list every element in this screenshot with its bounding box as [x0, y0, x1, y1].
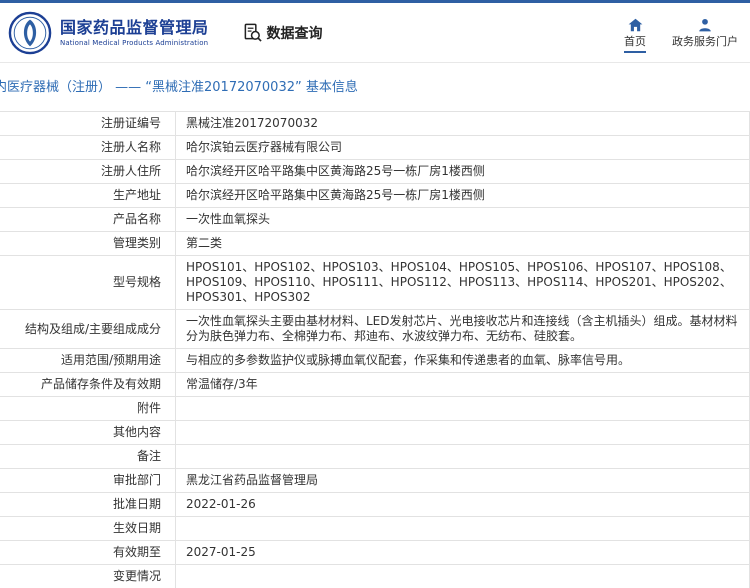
brand-home-link[interactable]: 国家药品监督管理局 National Medical Products Admi…	[8, 11, 209, 55]
table-row: 生产地址 哈尔滨经开区哈平路集中区黄海路25号一栋厂房1楼西侧	[0, 183, 750, 208]
table-row: 型号规格 HPOS101、HPOS102、HPOS103、HPOS104、HPOS…	[0, 255, 750, 310]
field-value: 哈尔滨铂云医疗器械有限公司	[175, 135, 750, 160]
field-label: 注册人名称	[0, 135, 176, 160]
table-row: 有效期至 2027-01-25	[0, 540, 750, 565]
agency-name-cn: 国家药品监督管理局	[60, 18, 209, 37]
data-query-title: 数据查询	[243, 23, 323, 43]
table-row: 备注	[0, 444, 750, 469]
table-row: 适用范围/预期用途 与相应的多参数监护仪或脉搏血氧仪配套，作采集和传递患者的血氧、…	[0, 348, 750, 373]
nav-home[interactable]: 首页	[624, 18, 646, 53]
header-nav: 首页 政务服务门户	[624, 12, 738, 53]
table-row: 注册人名称 哈尔滨铂云医疗器械有限公司	[0, 135, 750, 160]
breadcrumb: 内医疗器械（注册） —— “黑械注准20172070032” 基本信息	[0, 80, 358, 95]
field-label: 其他内容	[0, 420, 176, 445]
field-label: 产品储存条件及有效期	[0, 372, 176, 397]
table-row: 批准日期 2022-01-26	[0, 492, 750, 517]
field-value	[175, 516, 750, 541]
table-row: 审批部门 黑龙江省药品监督管理局	[0, 468, 750, 493]
field-label: 产品名称	[0, 207, 176, 232]
field-value: 一次性血氧探头主要由基材材料、LED发射芯片、光电接收芯片和连接线（含主机插头）…	[175, 309, 750, 349]
page: 国家药品监督管理局 National Medical Products Admi…	[0, 0, 750, 588]
agency-name-en: National Medical Products Administration	[60, 39, 209, 47]
field-label: 生效日期	[0, 516, 176, 541]
field-label: 注册人住所	[0, 159, 176, 184]
field-label: 附件	[0, 396, 176, 421]
field-label: 管理类别	[0, 231, 176, 256]
table-row: 管理类别 第二类	[0, 231, 750, 256]
field-value: 第二类	[175, 231, 750, 256]
data-query-label: 数据查询	[266, 25, 323, 42]
field-label: 批准日期	[0, 492, 176, 517]
table-row: 结构及组成/主要组成成分 一次性血氧探头主要由基材材料、LED发射芯片、光电接收芯…	[0, 309, 750, 349]
field-value: 2027-01-25	[175, 540, 750, 565]
table-row: 产品储存条件及有效期 常温储存/3年	[0, 372, 750, 397]
nav-home-label: 首页	[624, 35, 646, 48]
field-value	[175, 444, 750, 469]
field-value	[175, 396, 750, 421]
field-label: 生产地址	[0, 183, 176, 208]
field-value: 常温储存/3年	[175, 372, 750, 397]
table-row: 生效日期	[0, 516, 750, 541]
site-header: 国家药品监督管理局 National Medical Products Admi…	[0, 3, 750, 63]
field-value	[175, 564, 750, 588]
table-row: 变更情况	[0, 564, 750, 588]
field-label: 型号规格	[0, 255, 176, 310]
field-value: 与相应的多参数监护仪或脉搏血氧仪配套，作采集和传递患者的血氧、脉率信号用。	[175, 348, 750, 373]
table-row: 注册人住所 哈尔滨经开区哈平路集中区黄海路25号一栋厂房1楼西侧	[0, 159, 750, 184]
field-value	[175, 420, 750, 445]
field-label: 结构及组成/主要组成成分	[0, 309, 176, 349]
data-query-icon	[243, 23, 262, 42]
nmpa-logo-icon	[8, 11, 52, 55]
field-value: 哈尔滨经开区哈平路集中区黄海路25号一栋厂房1楼西侧	[175, 183, 750, 208]
field-label: 有效期至	[0, 540, 176, 565]
main-content: 内医疗器械（注册） —— “黑械注准20172070032” 基本信息 注册证编…	[0, 63, 750, 588]
field-value: 黑械注准20172070032	[175, 111, 750, 136]
field-value: 2022-01-26	[175, 492, 750, 517]
field-value: 黑龙江省药品监督管理局	[175, 468, 750, 493]
registration-info-table: 注册证编号 黑械注准20172070032 注册人名称 哈尔滨铂云医疗器械有限公司 注册…	[0, 111, 750, 588]
table-row: 产品名称 一次性血氧探头	[0, 207, 750, 232]
table-row: 注册证编号 黑械注准20172070032	[0, 111, 750, 136]
field-label: 变更情况	[0, 564, 176, 588]
brand-text: 国家药品监督管理局 National Medical Products Admi…	[60, 18, 209, 47]
field-label: 适用范围/预期用途	[0, 348, 176, 373]
field-value: 哈尔滨经开区哈平路集中区黄海路25号一栋厂房1楼西侧	[175, 159, 750, 184]
field-value: 一次性血氧探头	[175, 207, 750, 232]
field-value: HPOS101、HPOS102、HPOS103、HPOS104、HPOS105、…	[175, 255, 750, 310]
nav-portal[interactable]: 政务服务门户	[672, 18, 738, 51]
field-label: 备注	[0, 444, 176, 469]
nav-portal-label: 政务服务门户	[672, 35, 738, 48]
user-icon	[698, 18, 712, 32]
info-table-body: 注册证编号 黑械注准20172070032 注册人名称 哈尔滨铂云医疗器械有限公司 注册…	[0, 111, 750, 588]
home-icon	[628, 18, 643, 32]
table-row: 其他内容	[0, 420, 750, 445]
table-row: 附件	[0, 396, 750, 421]
field-label: 审批部门	[0, 468, 176, 493]
field-label: 注册证编号	[0, 111, 176, 136]
